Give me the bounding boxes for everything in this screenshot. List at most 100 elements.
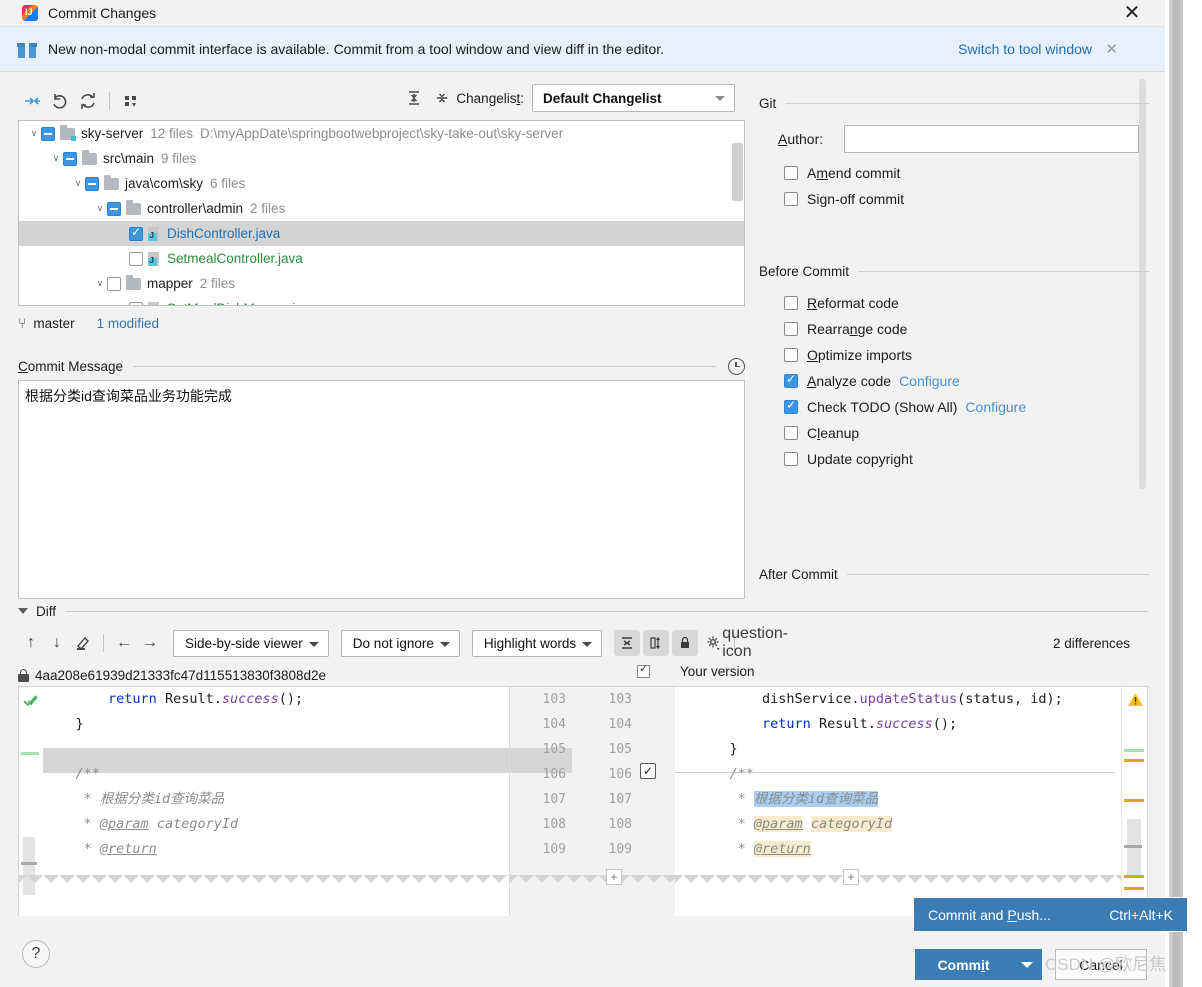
changed-files-tree[interactable]: ∨ sky-server 12 files D:\myAppDate\springbo… (18, 120, 745, 306)
code-token: * 根据分类id查询菜品 (43, 791, 225, 807)
tree-row-checkbox[interactable] (107, 276, 121, 291)
before-commit-option-checkbox[interactable] (784, 452, 798, 466)
changelist-label: Changelist: (456, 91, 524, 106)
author-input[interactable] (844, 125, 1139, 153)
tree-row-checkbox[interactable] (85, 176, 99, 191)
tree-row[interactable]: ∨ controller\admin 2 files (19, 196, 744, 221)
question-icon[interactable]: question-icon (722, 625, 788, 660)
branch-status-bar: ⑂ master 1 modified (18, 312, 159, 334)
switch-to-tool-window-link[interactable]: Switch to tool window (958, 41, 1092, 57)
tree-row[interactable]: ∨ src\main 9 files (19, 146, 744, 171)
banner-text: New non-modal commit interface is availa… (48, 41, 665, 57)
accept-change-icon (23, 695, 38, 707)
before-commit-option-row[interactable]: Optimize imports (784, 342, 1154, 368)
before-commit-option-row[interactable]: Reformat code (784, 290, 1154, 316)
refresh-icon[interactable] (74, 88, 102, 114)
tree-row-checkbox[interactable] (107, 201, 121, 216)
align-columns-icon[interactable] (643, 630, 670, 656)
collapse-triangle-icon[interactable] (18, 608, 28, 614)
differences-count: 2 differences (1052, 635, 1130, 651)
tree-row-checkbox[interactable] (41, 126, 55, 141)
before-commit-option-row[interactable]: Check TODO (Show All) Configure (784, 394, 1154, 420)
arrow-left-icon[interactable]: ← (111, 630, 137, 656)
window-scrollbar-thumb[interactable] (1169, 0, 1183, 987)
tree-scrollbar-thumb[interactable] (732, 143, 743, 201)
lock-icon[interactable] (672, 630, 699, 656)
code-token: @param (99, 816, 149, 832)
before-commit-option-checkbox[interactable] (784, 348, 798, 362)
tree-row[interactable]: J SetmealController.java (19, 246, 744, 271)
window-scroll-gutter[interactable] (1165, 0, 1202, 987)
diff-pane-left[interactable]: return Result.success(); } /** * 根据分类id查… (19, 687, 509, 942)
git-option-checkbox[interactable] (784, 192, 798, 206)
changelist-combobox[interactable]: Default Changelist (532, 84, 735, 112)
tree-row[interactable]: ∨ mapper 2 files (19, 271, 744, 296)
viewer-mode-combobox[interactable]: Side-by-side viewer (173, 629, 329, 657)
before-commit-option-checkbox[interactable] (784, 426, 798, 440)
before-commit-option-checkbox[interactable] (784, 372, 798, 388)
arrow-right-icon[interactable]: → (137, 630, 163, 656)
commit-dropdown-button[interactable] (1012, 949, 1042, 980)
configure-link[interactable]: Configure (899, 373, 960, 389)
help-button[interactable]: ? (22, 940, 50, 968)
tree-row[interactable]: ∨ sky-server 12 files D:\myAppDate\springbo… (19, 121, 744, 146)
git-option-row[interactable]: Amend commit (784, 160, 1148, 186)
expand-fold-button-left[interactable]: + (606, 869, 622, 885)
close-icon[interactable]: ✕ (1117, 0, 1147, 26)
before-commit-option-checkbox[interactable] (784, 398, 798, 414)
before-commit-option-row[interactable]: Rearrange code (784, 316, 1154, 342)
git-option-checkbox[interactable] (784, 166, 798, 180)
cancel-button[interactable]: Cancel (1055, 949, 1147, 980)
expand-fold-button-right[interactable]: + (843, 869, 859, 885)
diff-line-left: * @param categoryId (43, 812, 509, 837)
show-diff-icon[interactable] (18, 88, 46, 114)
configure-link[interactable]: Configure (965, 399, 1026, 415)
commit-button[interactable]: Comm i t (915, 949, 1012, 980)
tree-row-name: src\main (103, 151, 155, 166)
chevron-down-icon[interactable]: ∨ (27, 128, 41, 139)
tree-row-checkbox[interactable] (129, 251, 143, 266)
chevron-down-icon[interactable]: ∨ (71, 178, 85, 189)
ignore-mode-combobox[interactable]: Do not ignore (340, 629, 460, 657)
tree-row-checkbox[interactable] (63, 151, 77, 166)
diff-line-right: } (697, 737, 1107, 762)
tree-row[interactable]: J DishController.java (19, 221, 744, 246)
chevron-down-icon[interactable]: ∨ (49, 153, 63, 164)
edit-source-icon[interactable] (70, 630, 96, 656)
toolbar-divider (109, 92, 110, 110)
tree-row-checkbox[interactable] (129, 225, 143, 241)
chevron-down-icon[interactable]: ∨ (93, 203, 107, 214)
code-token: /** (43, 766, 100, 782)
before-commit-option-checkbox[interactable] (784, 296, 798, 310)
before-commit-option-row[interactable]: Update copyright (784, 446, 1154, 472)
viewer-mode-value: Side-by-side viewer (185, 635, 303, 651)
arrow-down-icon[interactable]: ↓ (44, 630, 70, 656)
code-token: 根据分类id查询菜品 (753, 791, 879, 807)
banner-close-icon[interactable]: ✕ (1105, 40, 1118, 58)
tree-row-checkbox[interactable] (129, 301, 143, 305)
your-version-header: Your version (637, 662, 755, 679)
before-commit-option-row[interactable]: Cleanup (784, 420, 1154, 446)
expand-all-icon[interactable] (400, 85, 428, 111)
tree-row[interactable]: ∨ java\com\sky 6 files (19, 171, 744, 196)
your-version-checkbox[interactable] (637, 662, 650, 678)
rollback-icon[interactable] (46, 88, 74, 114)
label-pre: Update copyright (807, 451, 913, 467)
before-commit-option-checkbox[interactable] (784, 322, 798, 336)
group-by-icon[interactable] (117, 88, 145, 114)
arrow-up-icon[interactable]: ↑ (18, 630, 44, 656)
author-label: Author: (778, 131, 844, 147)
highlight-mode-combobox[interactable]: Highlight words (471, 629, 603, 657)
chevron-down-icon[interactable]: ∨ (93, 278, 107, 289)
collapse-all-icon[interactable] (428, 85, 456, 111)
tree-row[interactable]: J SetMealDishMapper.java (19, 296, 744, 305)
collapse-unchanged-icon[interactable] (614, 630, 641, 656)
before-commit-option-row[interactable]: Analyze code Configure (784, 368, 1154, 394)
clock-icon[interactable] (728, 357, 745, 375)
commit-message-input[interactable]: 根据分类id查询菜品业务功能完成 (18, 380, 745, 599)
accept-change-checkbox[interactable]: ✓ (640, 763, 656, 779)
git-option-row[interactable]: Sign-off commit (784, 186, 1148, 212)
commit-and-push-menu-item[interactable]: Commit and Push... Ctrl+Alt+K (913, 897, 1188, 932)
diff-toolbar: ↑ ↓ ← → Side-by-side viewer Do not ignor… (18, 625, 1148, 660)
